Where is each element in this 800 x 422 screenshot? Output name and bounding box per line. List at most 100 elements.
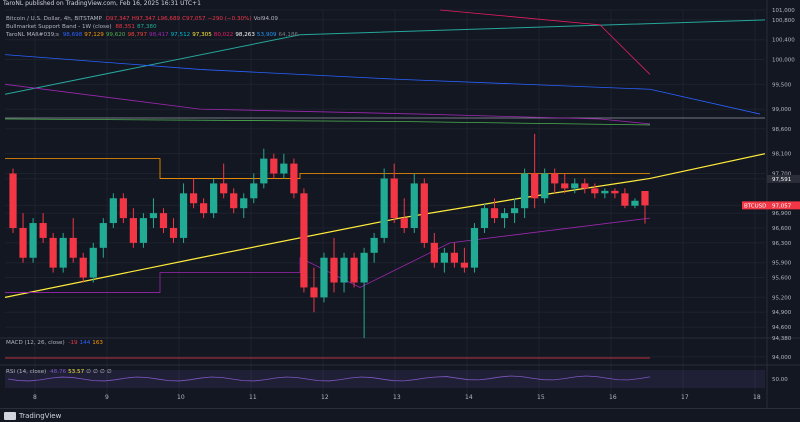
price-axis-label: 94,900 bbox=[772, 310, 792, 316]
candle-body bbox=[320, 257, 328, 298]
band-value-0: 88,351 bbox=[115, 24, 135, 30]
candle-body bbox=[420, 183, 428, 243]
footer-brand: TradingView bbox=[19, 412, 62, 420]
candle-body bbox=[350, 257, 358, 283]
candle-body bbox=[39, 223, 47, 238]
candle-body bbox=[280, 163, 288, 174]
legend-title: Bitcoin / U.S. Dollar, 4h, BITSTAMP bbox=[6, 16, 102, 22]
candle-body bbox=[79, 257, 87, 278]
rsi-value-4: ∅ bbox=[99, 369, 105, 375]
price-axis-label: 100,800 bbox=[772, 18, 795, 24]
candle-body bbox=[99, 223, 107, 248]
ma-value-6: 97,305 bbox=[192, 32, 212, 38]
price-chart[interactable]: 101,000 100,800 100,400 100,000 99,500 99,000… bbox=[0, 0, 800, 408]
ma-value-2: 99,620 bbox=[105, 32, 126, 38]
candle-body bbox=[300, 193, 308, 288]
ma-value-9: 53,909 bbox=[256, 32, 277, 38]
price-axis-label: 100,400 bbox=[772, 38, 795, 44]
ohlc-value-4: −290 (−0.30%) bbox=[207, 16, 252, 22]
candle-body bbox=[440, 252, 448, 263]
rsi-axis-label: 50.00 bbox=[772, 377, 788, 383]
ohlc-value-2: L96,689 bbox=[157, 16, 181, 22]
candle-body bbox=[69, 237, 77, 258]
time-axis-label: 18 bbox=[753, 394, 761, 401]
candle-body bbox=[49, 237, 57, 268]
candle-body bbox=[571, 183, 579, 189]
time-axis-label: 12 bbox=[321, 394, 329, 401]
btc-tag-label: BTCUSD bbox=[744, 203, 766, 209]
rsi-value-0: 48.76 bbox=[50, 369, 67, 375]
ohlc-value-3: C97,057 bbox=[182, 16, 206, 22]
candle-body bbox=[220, 183, 228, 194]
candle-body bbox=[470, 228, 479, 268]
time-axis-label: 13 bbox=[393, 394, 401, 401]
candle-body bbox=[520, 173, 529, 209]
macd-legend: MACD (12, 26, close) -19 144 163 bbox=[6, 339, 107, 347]
candle-body bbox=[310, 287, 318, 298]
ma-value-1: 97,129 bbox=[84, 32, 104, 38]
rsi-label: RSI (14, close) bbox=[6, 369, 47, 375]
price-axis-label: 99,500 bbox=[772, 82, 792, 88]
macd-values: -19 144 163 bbox=[68, 340, 105, 346]
price-axis-label: 96,300 bbox=[772, 241, 792, 247]
candle-body bbox=[531, 173, 539, 199]
legend-symbol-row: Bitcoin / U.S. Dollar, 4h, BITSTAMP O97,… bbox=[6, 15, 282, 23]
time-axis-label: 11 bbox=[249, 394, 257, 401]
price-axis-label: 96,900 bbox=[772, 211, 792, 217]
candle-body bbox=[169, 228, 178, 238]
ma-value-5: 97,512 bbox=[170, 32, 191, 38]
time-axis-label: 16 bbox=[609, 394, 617, 401]
candle-body bbox=[59, 237, 67, 268]
candle-body bbox=[611, 190, 619, 194]
candle-body bbox=[109, 198, 117, 224]
candle-body bbox=[330, 257, 338, 283]
rsi-values: 48.76 53.57 ∅ ∅ ∅ ∅ bbox=[50, 369, 114, 375]
time-axis-label: 17 bbox=[681, 394, 689, 401]
candle-body bbox=[601, 190, 609, 194]
legend-band-row: Bullmarket Support Band - 1W (close) 88,… bbox=[6, 23, 161, 31]
price-axis-label: 94,000 bbox=[772, 355, 792, 361]
ohlc-value-5: Vol94.09 bbox=[253, 16, 278, 22]
price-axis-label: 99,000 bbox=[772, 107, 792, 113]
ohlc-value-0: O97,347 bbox=[105, 16, 130, 22]
rsi-value-3: ∅ bbox=[93, 369, 98, 375]
candle-body bbox=[270, 158, 278, 174]
candle-body bbox=[591, 188, 599, 194]
candle-body bbox=[450, 252, 459, 263]
legend-ohlc: O97,347 H97,347 L96,689 C97,057 −290 (−0.30%… bbox=[106, 16, 280, 22]
candle-body bbox=[19, 228, 27, 258]
candle-body bbox=[129, 218, 138, 243]
candle-body bbox=[360, 252, 368, 283]
candle-body bbox=[581, 183, 589, 189]
current-price-tag-text: 97,591 bbox=[772, 177, 791, 183]
candle-body bbox=[230, 193, 238, 209]
band-value-1: 87,380 bbox=[136, 24, 157, 30]
ohlc-value-1: H97,347 bbox=[131, 16, 156, 22]
time-axis-label: 14 bbox=[465, 394, 473, 401]
price-axis-label: 95,600 bbox=[772, 276, 792, 282]
btc-tag-value: 97,057 bbox=[772, 203, 792, 209]
candle-body bbox=[159, 213, 168, 229]
candle-body bbox=[139, 218, 148, 243]
candle-body bbox=[631, 200, 639, 206]
time-axis-label: 10 bbox=[177, 394, 185, 401]
candle-body bbox=[510, 208, 519, 214]
candle-body bbox=[380, 178, 388, 238]
ma-value-3: 98,797 bbox=[127, 32, 148, 38]
candle-body bbox=[561, 183, 569, 189]
legend-ma-values: 98,698 97,129 99,620 98,797 98,417 97,512 97,3… bbox=[63, 32, 300, 38]
rsi-value-5: ∅ bbox=[106, 369, 112, 375]
candle-body bbox=[149, 213, 158, 219]
time-axis-label: 15 bbox=[537, 394, 545, 401]
price-axis-label: 98,100 bbox=[772, 152, 792, 158]
legend-band-label: Bullmarket Support Band - 1W (close) bbox=[6, 24, 112, 30]
publisher-bar: TaroNL published on TradingView.com, Feb… bbox=[0, 0, 800, 8]
candle-body bbox=[340, 257, 348, 283]
candle-body bbox=[370, 237, 378, 253]
candle-body bbox=[199, 203, 208, 214]
rsi-value-2: ∅ bbox=[86, 369, 91, 375]
macd-label: MACD (12, 26, close) bbox=[6, 340, 65, 346]
price-axis-label: 95,900 bbox=[772, 261, 792, 267]
price-axis-label: 100,000 bbox=[772, 58, 795, 64]
ma-value-10: 64,186 bbox=[278, 32, 299, 38]
